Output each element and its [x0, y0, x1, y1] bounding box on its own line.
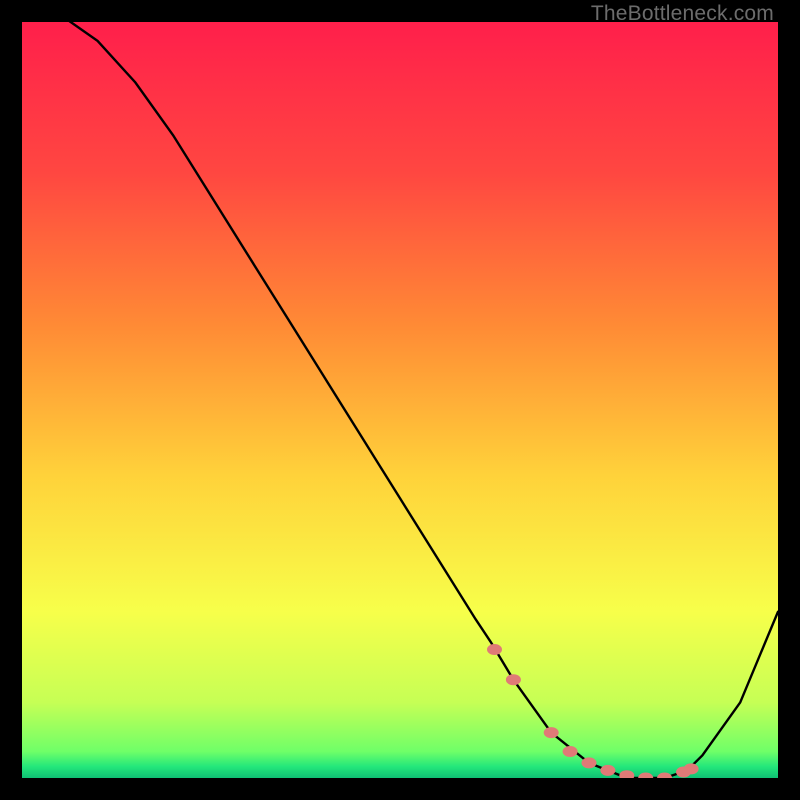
marker-dot [506, 674, 521, 685]
marker-dot [487, 644, 502, 655]
marker-dot [544, 727, 559, 738]
bottleneck-curve-chart [22, 22, 778, 778]
marker-dot [582, 757, 597, 768]
chart-background [22, 22, 778, 778]
marker-dot [600, 765, 615, 776]
chart-frame [22, 22, 778, 778]
marker-dot [684, 763, 699, 774]
marker-dot [563, 746, 578, 757]
